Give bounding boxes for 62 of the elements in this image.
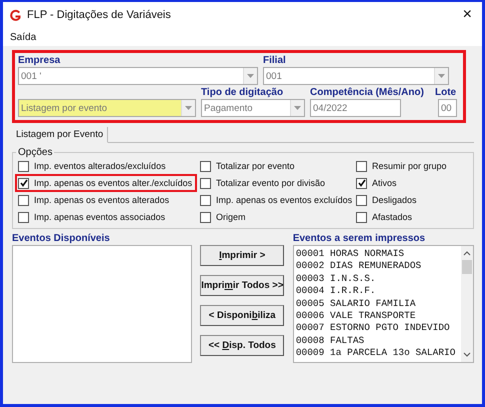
dropdown-arrow-icon [185,106,192,110]
list-label: Eventos a serem impressos [292,233,426,244]
list-item[interactable]: 00003 I.N.S.S. [296,272,459,286]
checkbox-label: Ativos [372,178,397,188]
tab[interactable]: Listagem por Evento [12,127,108,143]
checkbox[interactable] [356,194,367,206]
dropdown-arrow-icon [438,74,445,78]
checkbox-label: Afastados [372,212,412,222]
checkbox[interactable] [356,160,367,172]
checkbox[interactable] [200,194,211,206]
field-label: Lote [435,87,457,98]
company-dropdown[interactable]: 001 ' [18,67,258,85]
menu-item[interactable]: Saída [10,32,36,42]
list-item[interactable]: 00005 SALARIO FAMILIA [296,298,459,310]
list-item[interactable]: 00001 HORAS NORMAIS [296,248,459,260]
checkbox-label: Imp. apenas os eventos alter./excluídos [34,178,192,188]
checkbox-label: Origem [216,212,246,222]
list-item[interactable]: 00008 FALTAS [296,334,459,348]
transfer-button[interactable]: Imprimir > [200,245,284,266]
field-label: Tipo de digitação [201,87,284,98]
app-logo-icon [9,8,22,22]
checkbox[interactable] [18,212,29,222]
list-item[interactable]: 00009 1a PARCELA 13o SALARIO [296,347,459,360]
checkbox-label: Desligados [372,195,417,205]
checkbox[interactable] [200,212,211,222]
checkbox[interactable] [18,178,29,188]
list-item[interactable]: 00007 ESTORNO PGTO INDEVIDO [296,322,459,335]
scrollbar[interactable] [461,246,473,362]
dropdown-arrow-icon [294,106,301,110]
period-field[interactable]: 04/2022 [310,99,401,117]
close-button[interactable]: × [462,6,476,24]
checkbox-label: Totalizar evento por divisão [216,178,326,188]
checkbox-label: Totalizar por evento [216,161,295,171]
field-label: Filial [263,55,287,66]
checkbox[interactable] [18,194,29,206]
batch-field[interactable]: 00 [438,99,457,117]
list-item[interactable]: 00004 I.R.R.F. [296,285,459,298]
selected-events-list[interactable]: 00001 HORAS NORMAIS 00002 DIAS REMUNERADOS 00003 I.N.S.S. 00004 I.R.R.F. 00005 SALARIO FAMILIA 00006 VALE TRANSPORTE 00007 ESTORNO PGTO INDEVIDO 00008 FALTAS 00009 1a PARCELA 13o SALARIO [292,245,474,363]
checkbox-label: Resumir por grupo [372,161,447,171]
transfer-button[interactable]: < Disponibiliza [200,305,284,326]
window-title: FLP - Digitações de Variáveis [27,9,172,21]
checkbox[interactable] [356,178,367,188]
checkbox[interactable] [356,212,367,222]
listing-dropdown[interactable]: Listagem por evento [18,99,196,117]
branch-dropdown[interactable]: 001 [263,67,449,85]
checkbox-label: Imp. apenas os eventos excluídos [216,195,352,205]
checkbox[interactable] [200,178,211,188]
list-item[interactable]: 00006 VALE TRANSPORTE [296,310,459,322]
field-label: Competência (Mês/Ano) [310,87,425,98]
checkbox-label: Imp. apenas eventos associados [34,212,166,222]
group-title: Opções [17,147,54,158]
field-label: Empresa [18,55,62,66]
list-label: Eventos Disponíveis [12,233,111,244]
checkbox-label: Imp. eventos alterados/excluídos [34,161,166,171]
transfer-button[interactable]: << Disp. Todos [200,335,284,356]
checkbox-label: Imp. apenas os eventos alterados [34,195,170,205]
dropdown-arrow-icon [247,74,254,78]
transfer-button[interactable]: Imprimir Todos >> [200,275,284,296]
checkbox[interactable] [200,160,211,172]
checkbox[interactable] [18,160,29,172]
list-item[interactable]: 00002 DIAS REMUNERADOS [296,260,459,273]
type-dropdown[interactable]: Pagamento [201,99,305,117]
